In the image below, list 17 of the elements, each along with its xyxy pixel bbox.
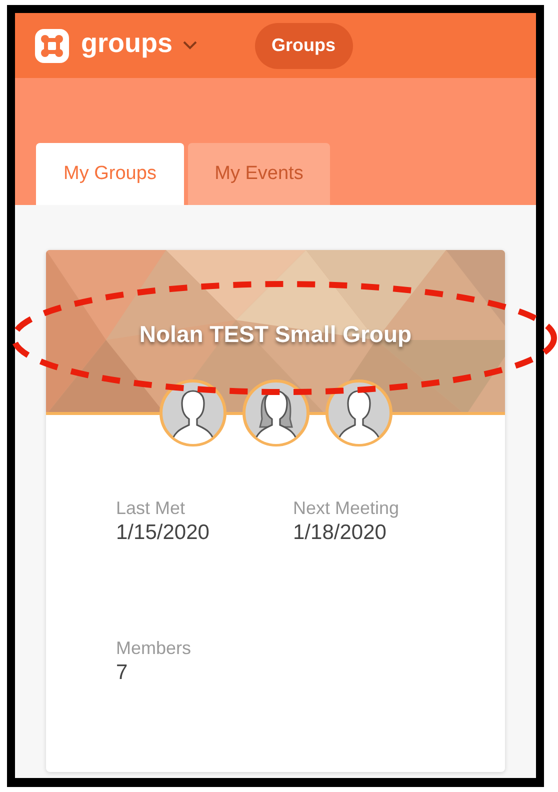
chevron-down-icon[interactable]	[182, 41, 196, 50]
detail-value: 7	[116, 660, 128, 686]
group-title: Nolan TEST Small Group	[138, 320, 413, 349]
nav-button[interactable]: Groups	[254, 22, 353, 68]
detail-label: Next Meeting	[293, 497, 400, 519]
detail-label: Members	[116, 637, 192, 659]
avatar-icon	[158, 379, 226, 447]
logo-icon	[35, 28, 69, 62]
detail-value: 1/15/2020	[116, 520, 210, 546]
tab[interactable]: My Groups	[36, 143, 184, 205]
tab[interactable]: My Events	[188, 143, 330, 205]
group-card[interactable]: Nolan TEST Small Group Last Met 1/15/2020 Next Meeting 1/18/2020 Members 7	[46, 250, 505, 772]
avatar-icon	[242, 379, 310, 447]
detail-label: Last Met	[116, 497, 186, 519]
avatar-icon	[324, 379, 392, 447]
detail-value: 1/18/2020	[293, 520, 386, 546]
app-name[interactable]: groups	[81, 30, 172, 61]
